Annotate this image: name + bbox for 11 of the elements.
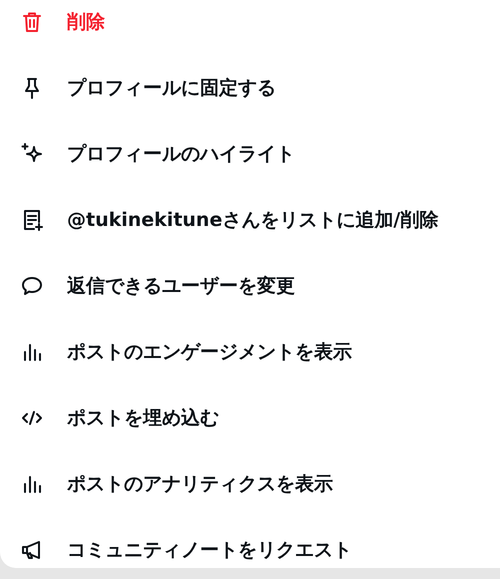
speech-bubble-icon <box>20 274 44 298</box>
menu-item[interactable]: コミュニティノートをリクエスト <box>0 517 500 568</box>
menu-item[interactable]: @tukinekituneさんをリストに追加/削除 <box>0 187 500 253</box>
menu-item[interactable]: ポストのアナリティクスを表示 <box>0 451 500 517</box>
menu-item[interactable]: プロフィールに固定する <box>0 55 500 121</box>
trash-icon <box>20 10 44 34</box>
menu-item[interactable]: ポストのエンゲージメントを表示 <box>0 319 500 385</box>
menu-item[interactable]: プロフィールのハイライト <box>0 121 500 187</box>
menu-item[interactable]: ポストを埋め込む <box>0 385 500 451</box>
menu-item[interactable]: 削除 <box>0 0 500 55</box>
menu-item[interactable]: 返信できるユーザーを変更 <box>0 253 500 319</box>
